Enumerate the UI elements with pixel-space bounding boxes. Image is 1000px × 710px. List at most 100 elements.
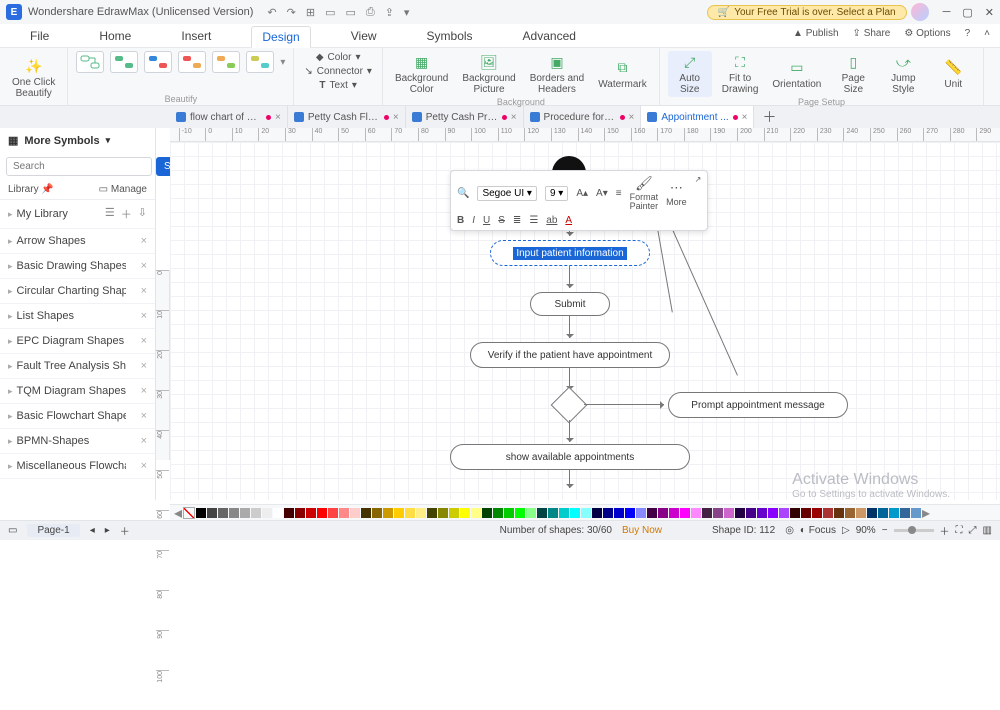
theme-more-icon[interactable]: ▾ bbox=[280, 57, 285, 68]
theme-preset-2[interactable] bbox=[110, 51, 138, 73]
page-next-icon[interactable]: ▸ bbox=[105, 525, 110, 536]
color-swatch[interactable] bbox=[482, 508, 492, 518]
sidebar-item[interactable]: ▸List Shapes× bbox=[0, 304, 155, 329]
color-dropdown[interactable]: ◆ Color ▾ bbox=[302, 51, 374, 64]
buy-now-link[interactable]: Buy Now bbox=[622, 525, 662, 536]
color-swatch[interactable] bbox=[427, 508, 437, 518]
node-show-available[interactable]: show available appointments bbox=[450, 444, 690, 470]
new-library-icon[interactable]: ＋ bbox=[121, 206, 132, 222]
color-swatch[interactable] bbox=[680, 508, 690, 518]
open-icon[interactable]: ▭ bbox=[325, 6, 335, 19]
color-swatch[interactable] bbox=[592, 508, 602, 518]
save-icon[interactable]: ▭ bbox=[345, 6, 355, 19]
help-icon[interactable]: ? bbox=[965, 28, 971, 39]
target-icon[interactable]: ◎ bbox=[785, 525, 794, 536]
color-swatch[interactable] bbox=[416, 508, 426, 518]
more-button[interactable]: ⋯More bbox=[666, 180, 687, 207]
theme-preset-3[interactable] bbox=[144, 51, 172, 73]
doc-tab[interactable]: Petty Cash Proc...× bbox=[406, 106, 524, 128]
connector-arrow[interactable] bbox=[569, 316, 570, 338]
color-swatch[interactable] bbox=[801, 508, 811, 518]
menu-design[interactable]: Design bbox=[251, 26, 310, 48]
color-swatch[interactable] bbox=[273, 508, 283, 518]
close-tab-icon[interactable]: × bbox=[511, 112, 517, 123]
color-swatch[interactable] bbox=[284, 508, 294, 518]
menu-view[interactable]: View bbox=[341, 26, 387, 46]
bold-icon[interactable]: B bbox=[457, 215, 464, 226]
qat-more-icon[interactable]: ▾ bbox=[404, 6, 410, 19]
font-select[interactable]: Segoe UI ▾ bbox=[477, 186, 537, 201]
remove-library-icon[interactable]: × bbox=[141, 435, 147, 447]
font-color-icon[interactable]: A bbox=[565, 215, 572, 226]
manage-link[interactable]: ▭ Manage bbox=[99, 184, 147, 195]
menu-file[interactable]: File bbox=[20, 26, 59, 46]
remove-library-icon[interactable]: × bbox=[141, 335, 147, 347]
node-prompt-message[interactable]: Prompt appointment message bbox=[668, 392, 848, 418]
color-swatch[interactable] bbox=[735, 508, 745, 518]
presentation-icon[interactable]: ▷ bbox=[842, 525, 850, 536]
fullscreen-icon[interactable]: ⤢ bbox=[969, 525, 977, 536]
avatar[interactable] bbox=[911, 3, 929, 21]
canvas[interactable]: Input patient information Submit Verify … bbox=[170, 142, 1000, 500]
color-swatch[interactable] bbox=[889, 508, 899, 518]
add-library-icon[interactable]: ☰ bbox=[105, 206, 115, 222]
undo-icon[interactable]: ↶ bbox=[267, 6, 276, 19]
text-dropdown[interactable]: T Text ▾ bbox=[302, 79, 374, 92]
color-swatch[interactable] bbox=[911, 508, 921, 518]
page-tab[interactable]: Page-1 bbox=[27, 524, 79, 537]
color-swatch[interactable] bbox=[713, 508, 723, 518]
color-swatch[interactable] bbox=[746, 508, 756, 518]
background-color-button[interactable]: ▦Background Color bbox=[391, 51, 452, 97]
color-swatch[interactable] bbox=[438, 508, 448, 518]
color-swatch[interactable] bbox=[856, 508, 866, 518]
close-tab-icon[interactable]: × bbox=[742, 112, 748, 123]
color-swatch[interactable] bbox=[251, 508, 261, 518]
color-swatch[interactable] bbox=[493, 508, 503, 518]
maximize-icon[interactable]: ▢ bbox=[962, 6, 972, 19]
search-input[interactable] bbox=[6, 157, 152, 176]
color-swatch[interactable] bbox=[229, 508, 239, 518]
page-size-button[interactable]: ▯Page Size bbox=[831, 51, 875, 97]
italic-icon[interactable]: I bbox=[472, 215, 475, 226]
bullets-icon[interactable]: ≣ bbox=[513, 215, 521, 226]
one-click-beautify-button[interactable]: ✨ One Click Beautify bbox=[8, 55, 59, 101]
color-swatch[interactable] bbox=[350, 508, 360, 518]
color-swatch[interactable] bbox=[691, 508, 701, 518]
remove-library-icon[interactable]: × bbox=[141, 285, 147, 297]
zoom-slider[interactable] bbox=[894, 529, 934, 532]
close-floatbar-icon[interactable]: ↗ bbox=[695, 175, 702, 184]
collapse-ribbon-icon[interactable]: ˄ bbox=[984, 28, 990, 39]
minimize-icon[interactable]: ─ bbox=[943, 6, 951, 19]
sidebar-item[interactable]: ▸Arrow Shapes× bbox=[0, 229, 155, 254]
color-swatch[interactable] bbox=[295, 508, 305, 518]
color-swatch[interactable] bbox=[328, 508, 338, 518]
add-page-icon[interactable]: ＋ bbox=[120, 523, 130, 538]
color-swatch[interactable] bbox=[790, 508, 800, 518]
color-swatch[interactable] bbox=[218, 508, 228, 518]
color-swatch[interactable] bbox=[845, 508, 855, 518]
node-input-patient[interactable]: Input patient information bbox=[490, 240, 650, 266]
color-swatch[interactable] bbox=[757, 508, 767, 518]
font-picker-icon[interactable]: 🔍 bbox=[457, 188, 469, 199]
color-swatch[interactable] bbox=[460, 508, 470, 518]
remove-library-icon[interactable]: × bbox=[141, 460, 147, 472]
swatch-next-icon[interactable]: ▸ bbox=[922, 504, 930, 520]
color-swatch[interactable] bbox=[724, 508, 734, 518]
menu-symbols[interactable]: Symbols bbox=[417, 26, 483, 46]
swatch-prev-icon[interactable]: ◂ bbox=[174, 504, 182, 520]
color-swatch[interactable] bbox=[262, 508, 272, 518]
doc-tab[interactable]: Procedure for U...× bbox=[524, 106, 642, 128]
color-swatch[interactable] bbox=[515, 508, 525, 518]
doc-tab[interactable]: Petty Cash Flow...× bbox=[288, 106, 406, 128]
page-prev-icon[interactable]: ◂ bbox=[90, 525, 95, 536]
zoom-in-icon[interactable]: ＋ bbox=[940, 523, 950, 538]
color-swatch[interactable] bbox=[603, 508, 613, 518]
increase-font-icon[interactable]: A▴ bbox=[576, 188, 588, 199]
color-swatch[interactable] bbox=[361, 508, 371, 518]
jump-style-button[interactable]: ⤻Jump Style bbox=[881, 51, 925, 97]
sidebar-item[interactable]: ▸Miscellaneous Flowchart Sh...× bbox=[0, 454, 155, 479]
print-icon[interactable]: ⎙ bbox=[366, 6, 375, 19]
color-swatch[interactable] bbox=[581, 508, 591, 518]
pin-icon[interactable]: 📌 bbox=[41, 184, 53, 195]
color-swatch[interactable] bbox=[625, 508, 635, 518]
